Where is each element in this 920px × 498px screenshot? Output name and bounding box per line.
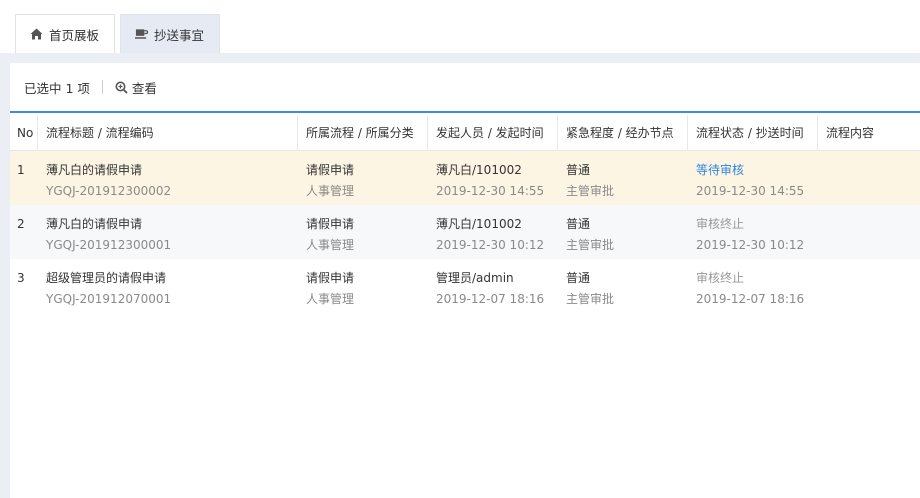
col-header-initiator[interactable]: 发起人员 / 发起时间 <box>428 115 558 151</box>
tab-cc-items[interactable]: 抄送事宜 <box>120 14 220 53</box>
col-header-flow[interactable]: 所属流程 / 所属分类 <box>298 115 428 151</box>
handling-node: 主管审批 <box>566 238 615 252</box>
table-row[interactable]: 3 超级管理员的请假申请 YGQJ-201912070001 请假申请人事管理 管… <box>10 259 920 313</box>
handling-node: 主管审批 <box>566 292 615 306</box>
flow-title[interactable]: 薄凡白的请假申请 <box>46 214 298 234</box>
start-time: 2019-12-30 14:55 <box>436 184 545 198</box>
selection-count: 已选中 1 项 <box>24 80 90 96</box>
cc-time: 2019-12-30 14:55 <box>696 184 805 198</box>
start-time: 2019-12-07 18:16 <box>436 292 545 306</box>
tab-label: 首页展板 <box>49 27 100 43</box>
table-row[interactable]: 2 薄凡白的请假申请 YGQJ-201912300001 请假申请人事管理 薄凡白… <box>10 205 920 259</box>
tab-label: 抄送事宜 <box>154 27 205 43</box>
coffee-cup-icon <box>135 28 148 41</box>
handling-node: 主管审批 <box>566 184 615 198</box>
initiator: 薄凡白/101002 <box>436 217 522 231</box>
zoom-icon <box>115 81 128 94</box>
flow-content <box>826 160 920 180</box>
flow-category: 人事管理 <box>306 238 355 252</box>
view-button[interactable]: 查看 <box>115 78 157 97</box>
flow-name: 请假申请 <box>306 217 355 231</box>
initiator: 薄凡白/101002 <box>436 163 522 177</box>
urgency: 普通 <box>566 163 591 177</box>
table-row[interactable]: 1 薄凡白的请假申请 YGQJ-201912300002 请假申请人事管理 薄凡白… <box>10 151 920 205</box>
view-label: 查看 <box>131 80 157 96</box>
toolbar: 已选中 1 项 查看 <box>10 63 920 113</box>
flow-code: YGQJ-201912070001 <box>46 292 172 306</box>
flow-name: 请假申请 <box>306 271 355 285</box>
flow-content <box>826 214 920 234</box>
flow-title[interactable]: 超级管理员的请假申请 <box>46 268 298 288</box>
home-icon <box>30 28 43 41</box>
table-body: 1 薄凡白的请假申请 YGQJ-201912300002 请假申请 人事管理 薄凡白… <box>10 151 920 313</box>
tab-bar: 首页展板 抄送事宜 <box>0 0 920 53</box>
col-header-title[interactable]: 流程标题 / 流程编码 <box>38 115 298 151</box>
cc-time: 2019-12-07 18:16 <box>696 292 805 306</box>
flow-title[interactable]: 薄凡白的请假申请 <box>46 160 298 180</box>
col-header-status[interactable]: 流程状态 / 抄送时间 <box>688 115 818 151</box>
row-number: 1 <box>17 163 25 177</box>
col-header-no[interactable]: No <box>10 115 38 151</box>
urgency: 普通 <box>566 217 591 231</box>
status-badge: 等待审核 <box>696 163 745 177</box>
tab-dashboard[interactable]: 首页展板 <box>15 14 115 53</box>
flow-code: YGQJ-201912300001 <box>46 238 172 252</box>
status-badge: 审核终止 <box>696 271 745 285</box>
cc-time: 2019-12-30 10:12 <box>696 238 805 252</box>
table-header: No 流程标题 / 流程编码 所属流程 / 所属分类 发起人员 / 发起时间 紧… <box>10 115 920 151</box>
tab-divider <box>0 53 920 63</box>
col-header-urgency[interactable]: 紧急程度 / 经办节点 <box>558 115 688 151</box>
row-number: 3 <box>17 271 25 285</box>
toolbar-divider <box>101 80 103 94</box>
initiator: 管理员/admin <box>436 271 514 285</box>
col-header-content[interactable]: 流程内容 <box>818 115 920 151</box>
main-panel: 已选中 1 项 查看 No 流程标题 / 流程编码 所属流程 / 所属分类 发起… <box>10 63 920 498</box>
flow-name: 请假申请 <box>306 163 355 177</box>
flow-code: YGQJ-201912300002 <box>46 184 172 198</box>
flow-content <box>826 268 920 288</box>
flow-category: 人事管理 <box>306 292 355 306</box>
status-badge: 审核终止 <box>696 217 745 231</box>
row-number: 2 <box>17 217 25 231</box>
flow-category: 人事管理 <box>306 184 355 198</box>
start-time: 2019-12-30 10:12 <box>436 238 545 252</box>
urgency: 普通 <box>566 271 591 285</box>
